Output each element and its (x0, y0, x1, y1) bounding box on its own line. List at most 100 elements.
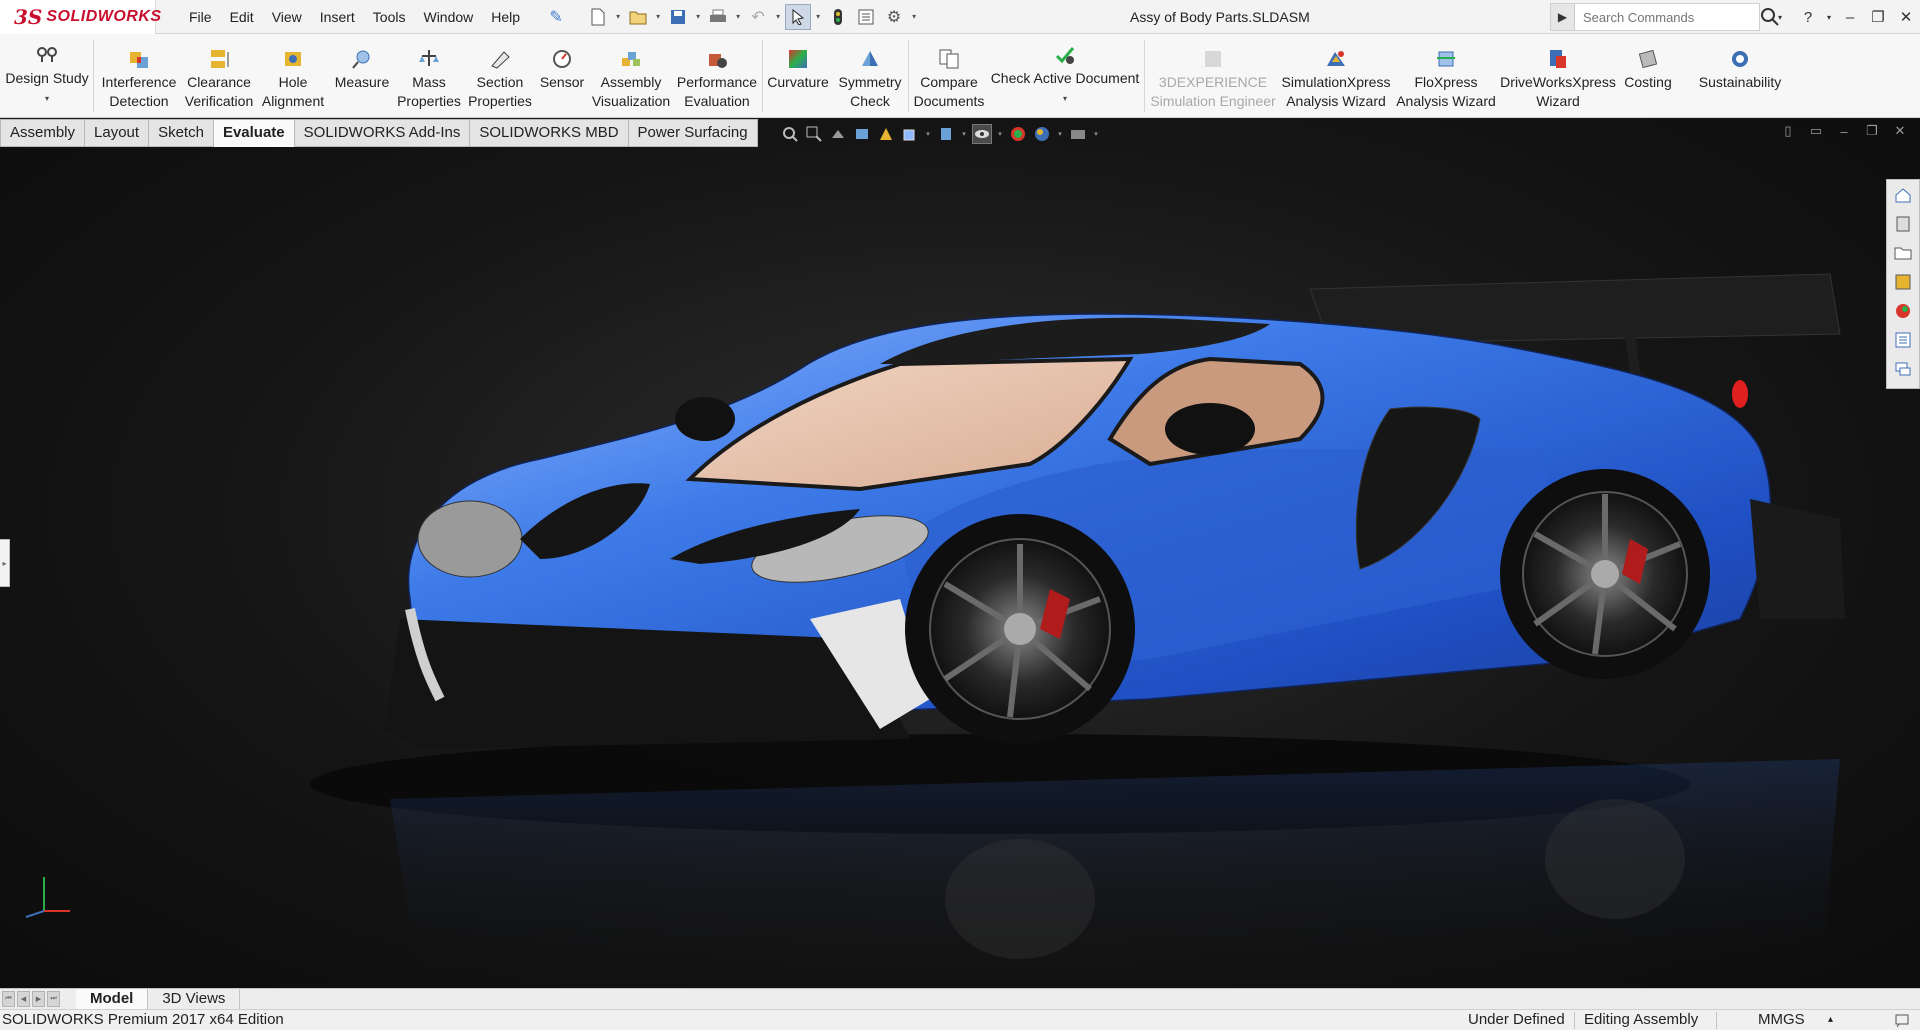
help-caret-icon[interactable]: ▾ (1822, 0, 1836, 34)
pin-icon[interactable]: ✎ (543, 4, 569, 30)
undo-icon[interactable]: ↶ (745, 4, 771, 30)
hide-show-caret-icon[interactable]: ▾ (996, 130, 1004, 138)
hide-show-items-icon[interactable] (972, 124, 992, 144)
print-icon[interactable] (705, 4, 731, 30)
design-study-caret-icon[interactable]: ▾ (45, 89, 49, 108)
floxpress-button[interactable]: FloXpress Analysis Wizard (1394, 34, 1498, 118)
tab-evaluate[interactable]: Evaluate (213, 119, 295, 147)
file-explorer-icon[interactable] (1892, 242, 1914, 264)
tab-3d-views[interactable]: 3D Views (148, 988, 241, 1010)
new-caret-icon[interactable]: ▾ (613, 12, 623, 21)
undo-caret-icon[interactable]: ▾ (773, 12, 783, 21)
apply-scene-caret-icon[interactable]: ▾ (1056, 130, 1064, 138)
solidworks-logo[interactable]: 3S SOLIDWORKS (0, 0, 161, 34)
menu-view[interactable]: View (263, 0, 311, 34)
appearances-scenes-icon[interactable] (1892, 300, 1914, 322)
last-tab-icon[interactable]: ⏭ (47, 991, 60, 1007)
tab-power-surfacing[interactable]: Power Surfacing (628, 119, 758, 147)
menu-edit[interactable]: Edit (221, 0, 263, 34)
driveworksxpress-button[interactable]: DriveWorksXpress Wizard (1498, 34, 1618, 118)
solidworks-resources-icon[interactable] (1892, 184, 1914, 206)
viewport-close-icon[interactable]: ✕ (1892, 123, 1908, 139)
hole-alignment-button[interactable]: Hole Alignment (258, 34, 328, 118)
tab-solidworks-mbd[interactable]: SOLIDWORKS MBD (470, 119, 629, 147)
restore-icon[interactable]: ❐ (1864, 0, 1892, 34)
tab-sketch[interactable]: Sketch (149, 119, 214, 147)
costing-button[interactable]: Costing (1618, 34, 1678, 118)
curvature-button[interactable]: Curvature (764, 34, 832, 118)
status-units[interactable]: MMGS (1758, 1011, 1805, 1028)
options-caret-icon[interactable]: ▾ (909, 12, 919, 21)
menu-file[interactable]: File (180, 0, 221, 34)
zoom-to-fit-icon[interactable] (780, 124, 800, 144)
feature-manager-expand-handle[interactable]: ▸ (0, 539, 10, 587)
print-caret-icon[interactable]: ▾ (733, 12, 743, 21)
sensor-button[interactable]: Sensor (536, 34, 588, 118)
simulation-engineer-button[interactable]: 3DEXPERIENCE Simulation Engineer (1148, 34, 1278, 118)
measure-button[interactable]: Measure (328, 34, 396, 118)
assembly-visualization-button[interactable]: Assembly Visualization (588, 34, 674, 118)
tab-assembly[interactable]: Assembly (0, 119, 86, 147)
display-style-caret-icon[interactable]: ▾ (960, 130, 968, 138)
view-orientation-icon[interactable] (900, 124, 920, 144)
next-tab-icon[interactable]: ▶ (32, 991, 45, 1007)
view-settings-icon[interactable] (1068, 124, 1088, 144)
viewport-minimize-icon[interactable]: – (1836, 123, 1852, 139)
custom-properties-icon[interactable] (1892, 329, 1914, 351)
dynamic-annotation-icon[interactable] (876, 124, 896, 144)
design-study-button[interactable]: Design Study ▾ (4, 34, 90, 118)
select-icon[interactable] (785, 3, 812, 30)
sustainability-button[interactable]: Sustainability (1690, 34, 1790, 118)
menu-insert[interactable]: Insert (311, 0, 364, 34)
view-orientation-caret-icon[interactable]: ▾ (924, 130, 932, 138)
new-document-icon[interactable] (585, 4, 611, 30)
forum-icon[interactable] (1892, 358, 1914, 380)
status-feedback-icon[interactable] (1894, 1012, 1910, 1030)
edit-appearance-icon[interactable] (1008, 124, 1028, 144)
view-palette-icon[interactable] (1892, 271, 1914, 293)
select-caret-icon[interactable]: ▾ (813, 12, 823, 21)
menu-help[interactable]: Help (482, 0, 529, 34)
view-settings-caret-icon[interactable]: ▾ (1092, 130, 1100, 138)
simulationxpress-button[interactable]: SimulationXpress Analysis Wizard (1278, 34, 1394, 118)
check-active-document-button[interactable]: Check Active Document ▾ (990, 34, 1140, 118)
open-caret-icon[interactable]: ▾ (653, 12, 663, 21)
design-library-icon[interactable] (1892, 213, 1914, 235)
tab-solidworks-add-ins[interactable]: SOLIDWORKS Add-Ins (294, 119, 471, 147)
tab-model[interactable]: Model (76, 988, 149, 1010)
tab-layout[interactable]: Layout (85, 119, 150, 147)
interference-detection-button[interactable]: Interference Detection (98, 34, 180, 118)
menu-window[interactable]: Window (414, 0, 482, 34)
search-input[interactable] (1575, 5, 1759, 29)
help-icon[interactable]: ? (1794, 0, 1822, 34)
options-icon[interactable]: ⚙ (881, 4, 907, 30)
open-icon[interactable] (625, 4, 651, 30)
clearance-verification-button[interactable]: Clearance Verification (180, 34, 258, 118)
split-horizontal-icon[interactable]: ▭ (1808, 123, 1824, 139)
graphics-area[interactable]: Assembly Layout Sketch Evaluate SOLIDWOR… (0, 119, 1920, 988)
mass-properties-button[interactable]: Mass Properties (396, 34, 462, 118)
menu-tools[interactable]: Tools (364, 0, 415, 34)
file-properties-icon[interactable] (853, 4, 879, 30)
split-vertical-icon[interactable]: ▯ (1780, 123, 1796, 139)
search-options-caret-icon[interactable]: ▾ (1766, 0, 1794, 34)
section-view-icon[interactable] (852, 124, 872, 144)
compare-documents-button[interactable]: Compare Documents (910, 34, 988, 118)
minimize-icon[interactable]: – (1836, 0, 1864, 34)
save-icon[interactable] (665, 4, 691, 30)
section-properties-button[interactable]: Section Properties (464, 34, 536, 118)
search-scope-icon[interactable]: ▶ (1551, 4, 1575, 30)
symmetry-check-button[interactable]: Symmetry Check (832, 34, 908, 118)
previous-tab-icon[interactable]: ◀ (17, 991, 30, 1007)
first-tab-icon[interactable]: ⏮ (2, 991, 15, 1007)
zoom-to-area-icon[interactable] (804, 124, 824, 144)
rebuild-icon[interactable] (825, 4, 851, 30)
previous-view-icon[interactable] (828, 124, 848, 144)
display-style-icon[interactable] (936, 124, 956, 144)
units-caret-icon[interactable]: ▴ (1828, 1014, 1833, 1025)
apply-scene-icon[interactable] (1032, 124, 1052, 144)
save-caret-icon[interactable]: ▾ (693, 12, 703, 21)
viewport-restore-icon[interactable]: ❐ (1864, 123, 1880, 139)
performance-evaluation-button[interactable]: Performance Evaluation (674, 34, 760, 118)
check-active-document-caret-icon[interactable]: ▾ (1063, 89, 1067, 108)
